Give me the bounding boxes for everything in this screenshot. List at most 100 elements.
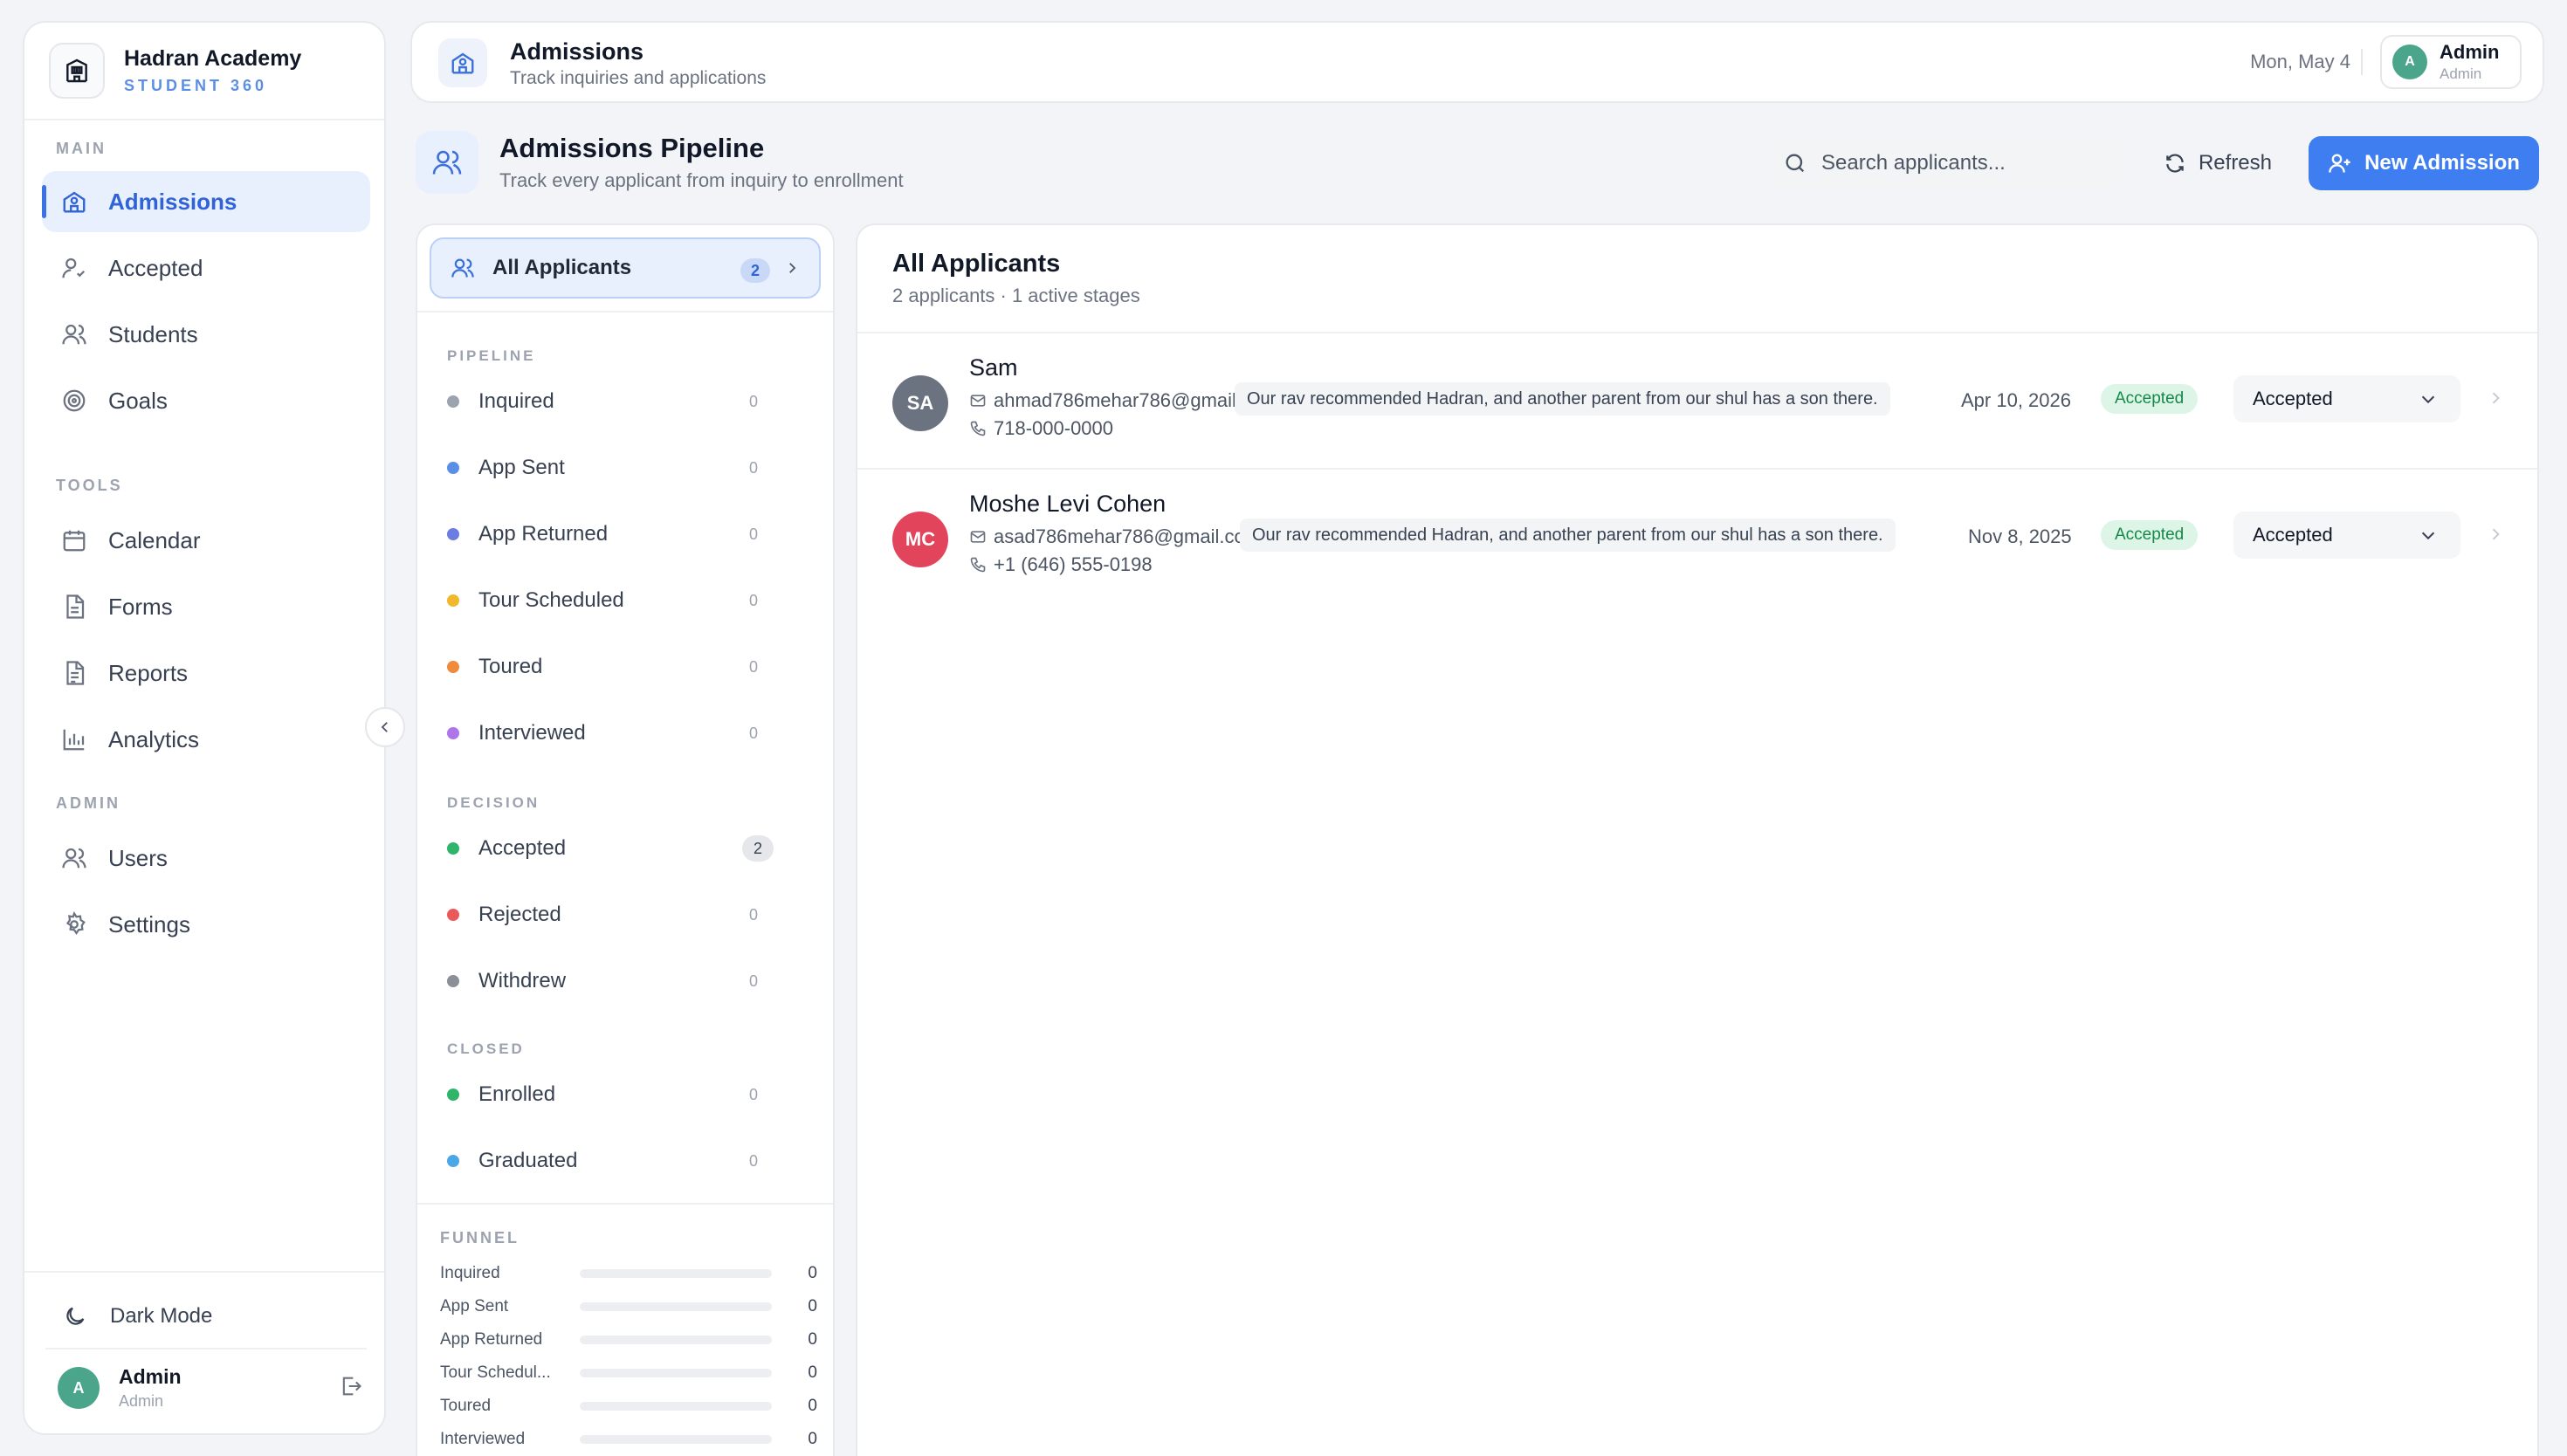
applicant-row[interactable]: MC Moshe Levi Cohen asad786mehar786@gmai… [857,470,2537,604]
nav-section-tools: TOOLS [56,477,123,494]
funnel-label: App Returned [440,1330,543,1349]
refresh-icon [2164,152,2199,175]
page-title: Admissions Pipeline [499,133,765,163]
stage-label: Tour Scheduled [478,588,624,612]
dark-mode-toggle[interactable]: Dark Mode [63,1304,212,1329]
users-icon [416,131,478,194]
stage-dot [447,528,459,540]
refresh-button[interactable]: Refresh [2148,138,2288,189]
sidebar-item-calendar[interactable]: Calendar [42,510,370,571]
funnel-label: Interviewed [440,1430,526,1448]
refresh-label: Refresh [2198,151,2273,175]
bar-chart-icon [61,726,87,752]
stage-dot [447,1089,459,1101]
users-icon [61,845,87,871]
stage-item-toured[interactable]: Toured 0 [430,641,821,693]
sidebar-item-accepted[interactable]: Accepted [42,237,370,299]
mail-icon [970,395,986,407]
sidebar-collapse-button[interactable] [365,707,405,747]
users-icon [61,321,87,347]
applicant-row[interactable]: SA Sam ahmad786mehar786@gmail.com 718-00… [857,333,2537,468]
applicant-name: Sam [969,354,1018,381]
sidebar-item-label: Admissions [108,188,237,215]
stage-dot [447,594,459,607]
stage-count: 0 [748,525,758,543]
stage-item-graduated[interactable]: Graduated 0 [430,1135,821,1187]
avatar: A [58,1367,100,1409]
funnel-value: 0 [808,1264,817,1282]
topbar-subtitle: Track inquiries and applications [510,68,767,88]
funnel-bar [580,1402,772,1411]
stage-select[interactable]: Accepted [2233,512,2460,559]
stage-label: Interviewed [478,721,586,745]
stage-select-value: Accepted [2253,524,2333,546]
stage-count: 0 [748,591,758,609]
search-box [1765,138,2127,189]
new-admission-button[interactable]: New Admission [2309,136,2539,190]
sidebar-item-label: Goals [108,387,168,414]
search-icon [1783,151,1821,175]
stage-item-enrolled[interactable]: Enrolled 0 [430,1068,821,1121]
sidebar-item-label: Settings [108,910,190,937]
search-input[interactable] [1821,151,2109,175]
stage-label: Enrolled [478,1082,556,1106]
applicant-name: Moshe Levi Cohen [969,491,1167,517]
nav-section-admin: ADMIN [56,794,120,812]
sidebar-item-label: Users [108,844,168,871]
status-badge: Accepted [2101,384,2199,414]
funnel-row: App Sent 0 [440,1294,817,1320]
funnel-row: Toured 0 [440,1393,817,1419]
stage-group-closed: CLOSED [447,1040,525,1057]
avatar: SA [892,375,948,431]
funnel-value: 0 [808,1430,817,1448]
chevron-right-icon[interactable] [2487,525,2504,543]
all-applicants-filter[interactable]: All Applicants 2 [430,237,821,299]
school-logo-icon [49,43,105,99]
avatar: A [2392,45,2427,79]
stage-item-accepted[interactable]: Accepted 2 [430,822,821,875]
user-plus-icon [2328,151,2364,175]
stage-item-tour-scheduled[interactable]: Tour Scheduled 0 [430,574,821,627]
stage-dot [447,661,459,673]
phone-text: 718-000-0000 [994,417,1114,439]
user-role: Admin [2440,65,2482,82]
user-role: Admin [119,1392,164,1410]
chevron-right-icon[interactable] [2487,389,2504,407]
sidebar-item-forms[interactable]: Forms [42,576,370,637]
sidebar-user: A Admin Admin [58,1365,363,1411]
funnel-value: 0 [808,1363,817,1382]
sidebar-item-reports[interactable]: Reports [42,642,370,704]
stage-item-app-sent[interactable]: App Sent 0 [430,442,821,494]
status-badge: Accepted [2101,520,2199,550]
funnel-row: Tour Schedul... 0 [440,1360,817,1386]
topbar-title: Admissions [510,38,644,65]
stage-dot [447,462,459,474]
applicants-panel: All Applicants 2 applicants · 1 active s… [856,223,2539,1456]
sidebar-item-settings[interactable]: Settings [42,894,370,955]
sidebar-item-analytics[interactable]: Analytics [42,709,370,770]
applicant-note: Our rav recommended Hadran, and another … [1240,519,1896,552]
sidebar-item-label: Analytics [108,725,200,752]
stage-select[interactable]: Accepted [2233,375,2460,422]
user-name: Admin [119,1365,182,1388]
brand-subtitle: STUDENT 360 [124,77,268,94]
sidebar-item-admissions[interactable]: Admissions [42,171,370,232]
sidebar-item-goals[interactable]: Goals [42,370,370,431]
stage-label: Withdrew [478,969,567,992]
user-menu-button[interactable]: A Admin Admin [2380,35,2522,89]
stage-item-app-returned[interactable]: App Returned 0 [430,508,821,560]
stage-item-withdrew[interactable]: Withdrew 0 [430,955,821,1007]
stage-item-rejected[interactable]: Rejected 0 [430,889,821,941]
stage-item-interviewed[interactable]: Interviewed 0 [430,707,821,759]
mail-icon [970,531,986,543]
sidebar-item-students[interactable]: Students [42,304,370,365]
sidebar-item-users[interactable]: Users [42,828,370,889]
logout-icon[interactable] [339,1374,363,1398]
stage-item-inquired[interactable]: Inquired 0 [430,375,821,428]
stage-count: 0 [748,1085,758,1103]
page-subtitle: Track every applicant from inquiry to en… [499,169,904,191]
stage-count: 0 [748,724,758,742]
current-date: Mon, May 4 [2250,51,2350,72]
stage-label: Rejected [478,903,561,926]
stage-label: App Sent [478,456,565,479]
